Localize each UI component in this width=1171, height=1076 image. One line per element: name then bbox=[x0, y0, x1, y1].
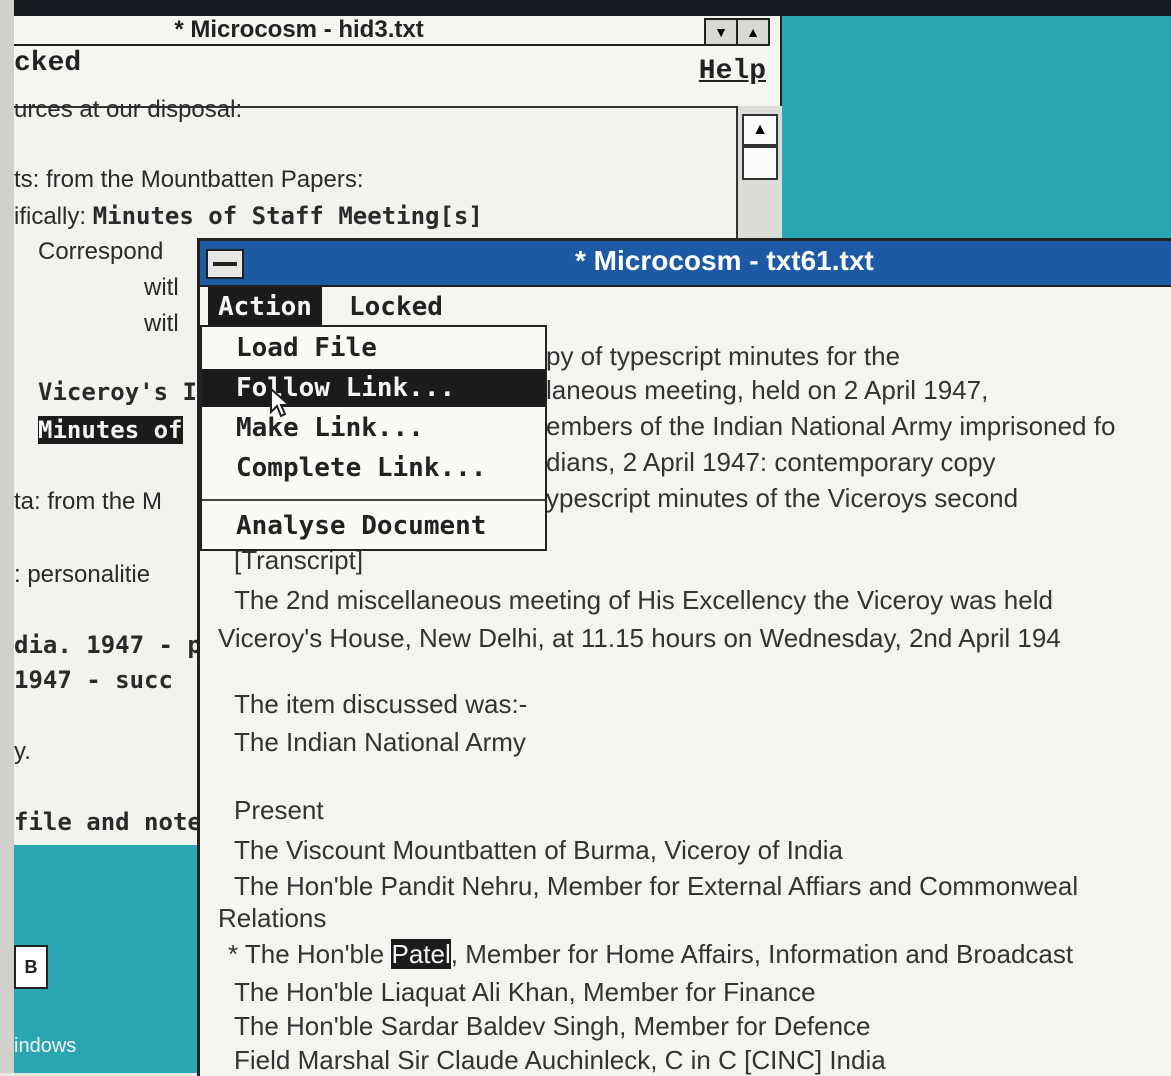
action-dropdown-menu: Load File Follow Link... Make Link... Co… bbox=[200, 325, 547, 551]
desktop-background bbox=[780, 16, 1171, 246]
back-text-line: ifically: Minutes of Staff Meeting[s] bbox=[14, 202, 483, 231]
front-window-title-bar[interactable]: * Microcosm - txt61.txt bbox=[200, 241, 1171, 287]
scroll-thumb[interactable] bbox=[742, 146, 778, 180]
doc-line: Viceroy's House, New Delhi, at 11.15 hou… bbox=[218, 623, 1061, 653]
back-text-line: : personalitie bbox=[14, 561, 151, 588]
back-text-line-highlighted[interactable]: Minutes of bbox=[38, 416, 183, 444]
doc-line: Relations bbox=[218, 903, 327, 933]
doc-line: embers of the Indian National Army impri… bbox=[546, 411, 1116, 441]
mouse-pointer-icon bbox=[270, 388, 292, 418]
doc-line: Present bbox=[234, 795, 324, 825]
back-text-line: file and note bbox=[14, 808, 202, 836]
back-text-line: dia. 1947 - p bbox=[14, 631, 202, 659]
menu-separator bbox=[202, 499, 545, 501]
back-text-line: ta: from the M bbox=[14, 488, 163, 515]
back-text-line: Correspond bbox=[38, 238, 164, 265]
desktop-icon-label: indows bbox=[14, 1035, 77, 1057]
back-text-line: urces at our disposal: bbox=[14, 96, 243, 123]
menu-item-make-link[interactable]: Make Link... bbox=[202, 409, 545, 447]
selected-word-patel[interactable]: Patel bbox=[391, 939, 451, 969]
menu-action[interactable]: Action bbox=[208, 287, 322, 327]
front-window-title: * Microcosm - txt61.txt bbox=[575, 245, 874, 276]
back-window-title-bar[interactable]: * Microcosm - hid3.txt bbox=[14, 16, 704, 46]
back-text-line: y. bbox=[14, 738, 31, 765]
back-text-line: witl bbox=[144, 274, 179, 301]
back-text-line: 1947 - succ bbox=[14, 666, 173, 694]
back-text-line: witl bbox=[144, 310, 179, 337]
back-window-title: * Microcosm - hid3.txt bbox=[174, 16, 424, 43]
menu-item-load-file[interactable]: Load File bbox=[202, 329, 545, 367]
doc-line: dians, 2 April 1947: contemporary copy bbox=[546, 447, 996, 477]
menu-item-analyse-document[interactable]: Analyse Document bbox=[202, 507, 545, 545]
doc-line: The Hon'ble Sardar Baldev Singh, Member … bbox=[234, 1011, 871, 1041]
back-text: ifically: bbox=[14, 203, 93, 230]
doc-line: laneous meeting, held on 2 April 1947, bbox=[546, 375, 989, 405]
menu-item-complete-link[interactable]: Complete Link... bbox=[202, 449, 545, 487]
back-text-line: ts: from the Mountbatten Papers: bbox=[14, 166, 364, 193]
doc-line: py of typescript minutes for the bbox=[546, 341, 901, 371]
doc-line: The 2nd miscellaneous meeting of His Exc… bbox=[234, 585, 1053, 615]
doc-line: ypescript minutes of the Viceroys second bbox=[546, 483, 1019, 513]
menu-locked-back[interactable]: cked bbox=[14, 48, 81, 79]
photo-edge-top bbox=[0, 0, 1171, 16]
doc-line: The Viscount Mountbatten of Burma, Vicer… bbox=[234, 835, 843, 865]
program-manager-icon[interactable]: B bbox=[14, 945, 50, 1005]
maximize-button[interactable]: ▲ bbox=[736, 18, 770, 46]
photo-edge-left bbox=[0, 0, 14, 1073]
minimize-button[interactable]: ▼ bbox=[704, 18, 738, 46]
menu-locked[interactable]: Locked bbox=[345, 287, 447, 327]
scroll-up-arrow-icon[interactable]: ▲ bbox=[742, 114, 778, 146]
doc-line: The item discussed was:- bbox=[234, 689, 528, 719]
doc-line: The Hon'ble Pandit Nehru, Member for Ext… bbox=[234, 871, 1079, 901]
menu-help[interactable]: Help bbox=[699, 56, 766, 87]
doc-line: Field Marshal Sir Claude Auchinleck, C i… bbox=[234, 1045, 886, 1075]
doc-line: The Hon'ble Liaquat Ali Khan, Member for… bbox=[234, 977, 816, 1007]
menu-item-follow-link[interactable]: Follow Link... bbox=[202, 369, 545, 407]
doc-line-patel: * The Hon'ble Patel, Member for Home Aff… bbox=[228, 939, 1074, 969]
front-window-menubar: Action Locked bbox=[200, 287, 1171, 327]
back-text-bold: Minutes of Staff Meeting[s] bbox=[92, 202, 483, 230]
system-menu-icon[interactable] bbox=[206, 249, 244, 279]
back-text-line: Viceroy's I bbox=[38, 378, 197, 406]
doc-line: The Indian National Army bbox=[234, 727, 526, 757]
